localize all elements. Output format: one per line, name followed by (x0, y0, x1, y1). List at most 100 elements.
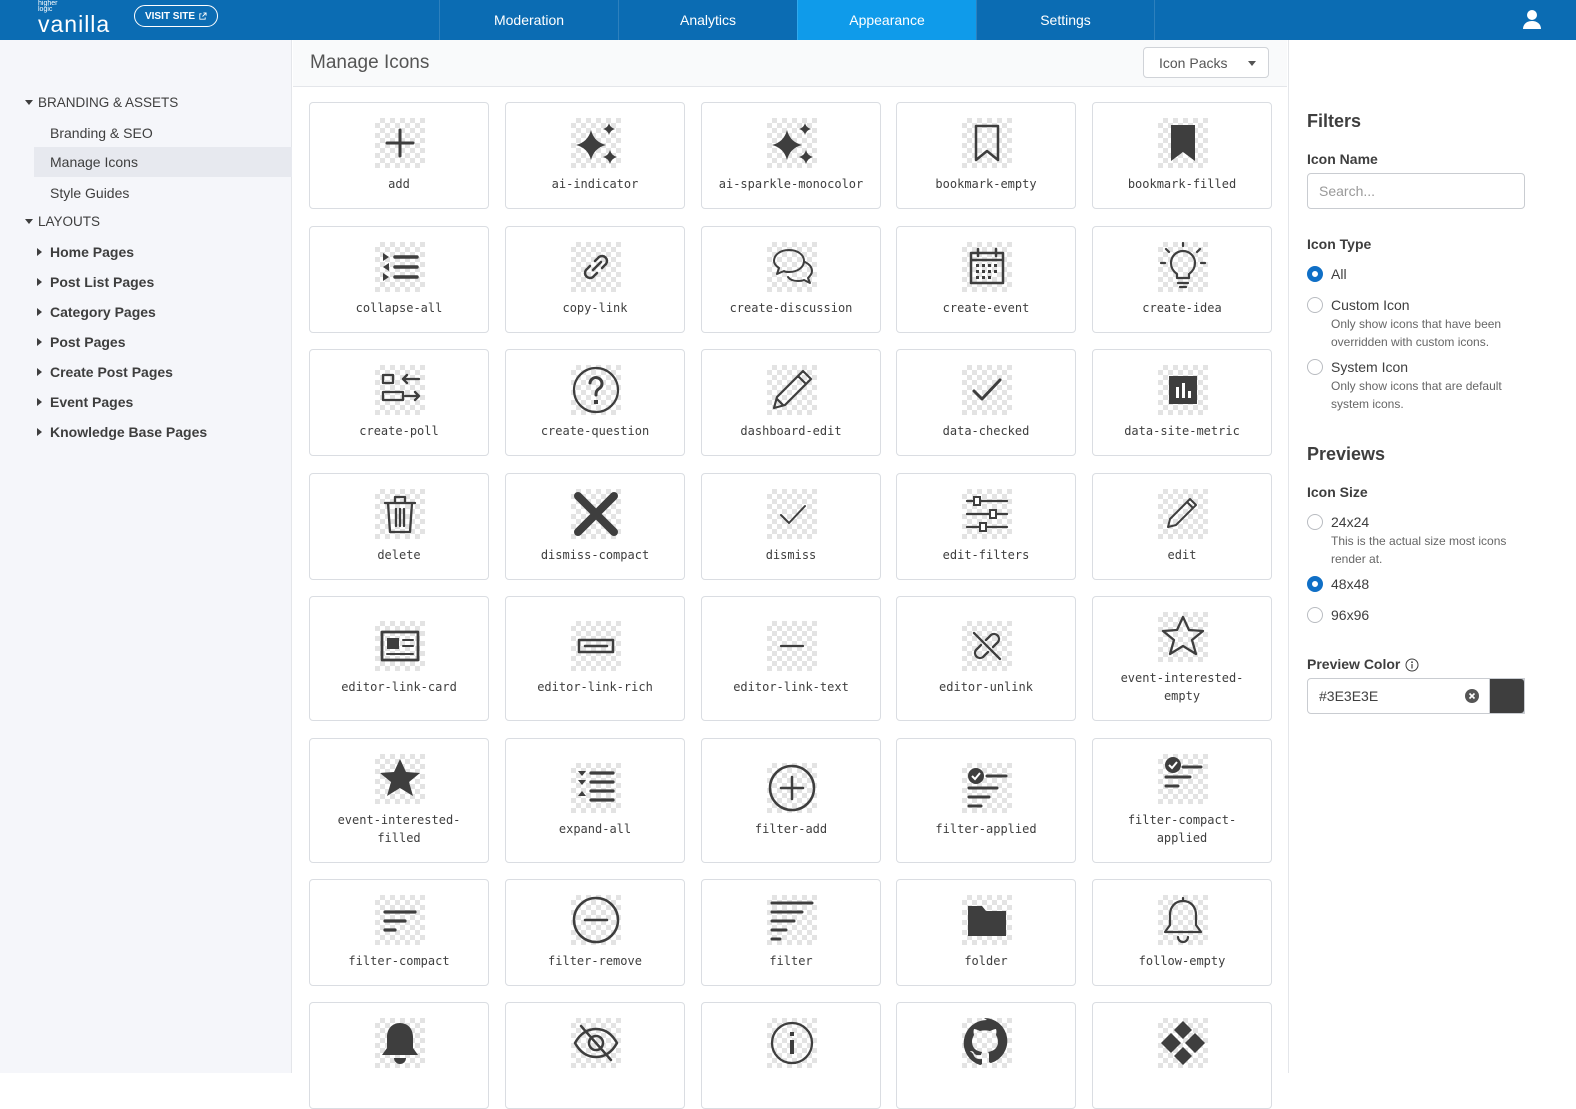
editor-link-rich-icon (571, 621, 621, 671)
info-icon[interactable] (1405, 658, 1419, 672)
user-avatar-icon[interactable] (1521, 8, 1543, 30)
icon-card[interactable]: add (309, 102, 489, 209)
icon-card[interactable]: filter-compact- applied (1092, 738, 1272, 863)
icon-card[interactable]: edit-filters (896, 473, 1076, 580)
icon-card[interactable]: filter-add (701, 738, 881, 863)
icon-card[interactable]: create-poll (309, 349, 489, 456)
section-layouts[interactable]: LAYOUTS (25, 214, 100, 229)
icon-card[interactable]: editor-link-rich (505, 596, 685, 721)
tab-label: Analytics (679, 12, 737, 28)
icon-card[interactable]: editor-unlink (896, 596, 1076, 721)
radio-type-custom[interactable] (1307, 297, 1323, 313)
data-checked-icon (962, 365, 1012, 415)
sidebar-item-post-pages[interactable]: Post Pages (37, 334, 125, 350)
icon-card[interactable]: filter-remove (505, 879, 685, 986)
icon-card[interactable]: create-question (505, 349, 685, 456)
radio-label[interactable]: System Icon (1331, 359, 1408, 375)
icon-label: filter-compact- applied (1127, 813, 1237, 845)
tab-moderation[interactable]: Moderation (439, 0, 618, 40)
icon-label: delete (377, 548, 421, 562)
icon-card[interactable]: filter-applied (896, 738, 1076, 863)
radio-type-all[interactable] (1307, 266, 1323, 282)
icon-packs-dropdown[interactable]: Icon Packs (1143, 47, 1269, 78)
icon-card[interactable]: filter (701, 879, 881, 986)
sidebar-item-label: Event Pages (50, 394, 134, 410)
icon-card[interactable]: create-discussion (701, 226, 881, 333)
icon-name-search-input[interactable] (1307, 173, 1525, 209)
hide-icon (571, 1018, 621, 1068)
icon-card[interactable]: collapse-all (309, 226, 489, 333)
icon-card[interactable]: delete (309, 473, 489, 580)
icon-card[interactable] (309, 1002, 489, 1109)
icon-label: create-event (942, 301, 1030, 315)
icon-card[interactable]: event-interested- filled (309, 738, 489, 863)
dropdown-label: Icon Packs (1159, 54, 1228, 71)
sidebar-item-event-pages[interactable]: Event Pages (37, 394, 133, 410)
icon-card[interactable] (896, 1002, 1076, 1109)
icon-card[interactable]: edit (1092, 473, 1272, 580)
radio-label[interactable]: 96x96 (1331, 607, 1369, 623)
icon-card[interactable]: dismiss-compact (505, 473, 685, 580)
tab-label: Appearance (849, 12, 925, 28)
icon-card[interactable]: filter-compact (309, 879, 489, 986)
icon-card[interactable]: dismiss (701, 473, 881, 580)
radio-label[interactable]: All (1331, 266, 1347, 282)
icon-card[interactable]: ai-indicator (505, 102, 685, 209)
vanilla-logo[interactable]: higher logic vanilla (38, 0, 110, 37)
radio-type-system[interactable] (1307, 359, 1323, 375)
bookmark-empty-icon (962, 118, 1012, 168)
icon-card[interactable]: data-checked (896, 349, 1076, 456)
icon-card[interactable]: folder (896, 879, 1076, 986)
icon-label: filter-applied (935, 822, 1037, 836)
create-event-icon (962, 242, 1012, 292)
radio-label[interactable]: Custom Icon (1331, 297, 1410, 313)
clear-icon[interactable] (1464, 688, 1480, 704)
radio-size-24[interactable] (1307, 514, 1323, 530)
dashboard-edit-icon (767, 365, 817, 415)
radio-size-48[interactable] (1307, 576, 1323, 592)
icon-card[interactable]: bookmark-empty (896, 102, 1076, 209)
icon-card[interactable]: follow-empty (1092, 879, 1272, 986)
icon-card[interactable]: data-site-metric (1092, 349, 1272, 456)
copy-link-icon (571, 242, 621, 292)
visit-site-button[interactable]: VISIT SITE (134, 5, 218, 27)
icon-card[interactable]: editor-link-text (701, 596, 881, 721)
icon-card[interactable]: expand-all (505, 738, 685, 863)
sidebar-item-manage-icons[interactable]: Manage Icons (34, 147, 292, 177)
sidebar-item-home-pages[interactable]: Home Pages (37, 244, 134, 260)
previews-heading: Previews (1307, 444, 1386, 464)
icon-card[interactable]: copy-link (505, 226, 685, 333)
tab-appearance[interactable]: Appearance (797, 0, 976, 40)
section-branding-assets[interactable]: BRANDING & ASSETS (25, 95, 178, 110)
icon-card[interactable]: create-event (896, 226, 1076, 333)
icon-label: editor-link-text (733, 680, 849, 694)
icon-card[interactable]: bookmark-filled (1092, 102, 1272, 209)
icon-label: event-interested- filled (337, 813, 461, 845)
icon-label: bookmark-empty (935, 177, 1037, 191)
sidebar-item-branding-seo[interactable]: Branding & SEO (50, 125, 153, 141)
sidebar-item-create-post-pages[interactable]: Create Post Pages (37, 364, 173, 380)
sidebar-item-category-pages[interactable]: Category Pages (37, 304, 156, 320)
icon-card[interactable]: event-interested- empty (1092, 596, 1272, 721)
radio-label[interactable]: 48x48 (1331, 576, 1369, 592)
event-interested-empty-icon (1158, 612, 1208, 662)
color-swatch[interactable] (1489, 678, 1525, 714)
icon-card[interactable]: ai-sparkle-monocolor (701, 102, 881, 209)
tab-settings[interactable]: Settings (976, 0, 1155, 40)
icon-card[interactable]: dashboard-edit (701, 349, 881, 456)
icon-card[interactable] (1092, 1002, 1272, 1109)
radio-size-96[interactable] (1307, 607, 1323, 623)
sidebar-item-knowledge-base-pages[interactable]: Knowledge Base Pages (37, 424, 207, 440)
icon-type-label: Icon Type (1307, 236, 1372, 252)
caret-right-icon (37, 248, 42, 256)
icon-card[interactable] (505, 1002, 685, 1109)
icon-label: filter-compact (348, 954, 450, 968)
radio-label[interactable]: 24x24 (1331, 514, 1369, 530)
caret-right-icon (37, 398, 42, 406)
icon-card[interactable]: create-idea (1092, 226, 1272, 333)
sidebar-item-style-guides[interactable]: Style Guides (50, 185, 129, 201)
sidebar-item-post-list-pages[interactable]: Post List Pages (37, 274, 154, 290)
tab-analytics[interactable]: Analytics (618, 0, 797, 40)
icon-card[interactable] (701, 1002, 881, 1109)
icon-card[interactable]: editor-link-card (309, 596, 489, 721)
